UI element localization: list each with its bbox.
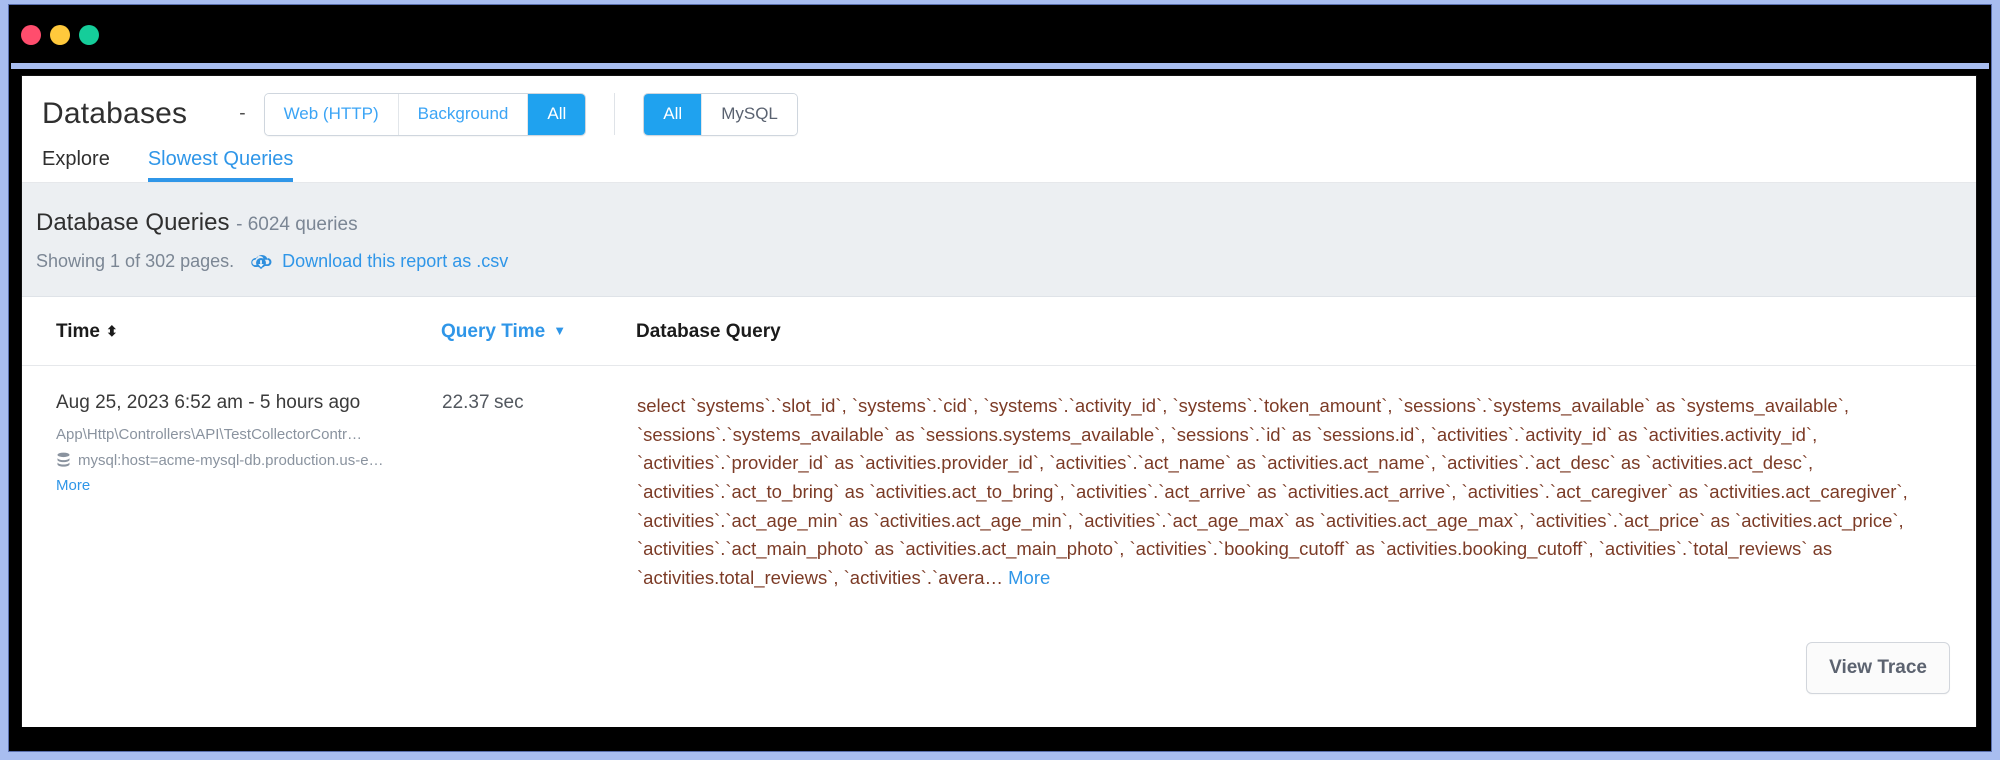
column-header-time[interactable]: Time ⬍ xyxy=(22,297,441,366)
app-viewport: Databases - Web (HTTP) Background All Al… xyxy=(21,75,1977,729)
database-type-filter[interactable]: All MySQL xyxy=(643,93,798,136)
window-titlebar[interactable] xyxy=(11,7,1989,63)
sql-text-block: select `systems`.`slot_id`, `systems`.`c… xyxy=(637,392,1975,593)
view-trace-button[interactable]: View Trace xyxy=(1806,642,1950,694)
query-time-value: 22.37 xyxy=(442,392,490,413)
row-timestamp: Aug 25, 2023 6:52 am - 5 hours ago xyxy=(56,392,440,414)
queries-table: Time⬍ Query Time▼ Database Query Aug 25, xyxy=(22,297,1976,594)
traffic-light-group[interactable] xyxy=(21,25,99,45)
column-header-query-time[interactable]: Query Time ▼ xyxy=(441,297,636,366)
summary-count: - 6024 queries xyxy=(236,214,357,235)
sort-desc-icon[interactable]: ▼ xyxy=(553,323,566,338)
table-header-row: Time ⬍ Query Time ▼ Database Query xyxy=(22,297,1976,366)
column-header-query-time-label: Query Time xyxy=(441,321,545,342)
download-csv-link[interactable]: Download this report as .csv xyxy=(282,251,508,272)
cell-time: Aug 25, 2023 6:52 am - 5 hours ago App\H… xyxy=(22,366,441,594)
tab-slowest-queries[interactable]: Slowest Queries xyxy=(148,149,294,182)
database-icon xyxy=(56,452,71,475)
table-row[interactable]: Aug 25, 2023 6:52 am - 5 hours ago App\H… xyxy=(22,366,1976,594)
sql-more-link[interactable]: More xyxy=(1008,567,1050,588)
window-bottom-strip xyxy=(11,727,1989,749)
row-controller: App\Http\Controllers\API\TestCollectorCo… xyxy=(56,426,440,443)
row-connection-more-link[interactable]: More xyxy=(56,477,90,494)
filter-divider xyxy=(614,93,615,135)
summary-title-row: Database Queries - 6024 queries xyxy=(36,209,1976,237)
close-window-button[interactable] xyxy=(21,25,41,45)
page-header: Databases - Web (HTTP) Background All Al… xyxy=(22,76,1976,138)
app-window: Databases - Web (HTTP) Background All Al… xyxy=(8,4,1992,752)
column-header-time-label: Time xyxy=(56,321,100,342)
table-head: Time ⬍ Query Time ▼ Database Query xyxy=(22,297,1976,366)
row-connection: mysql:host=acme-mysql-db.production.us-e… xyxy=(56,450,386,497)
query-time-unit: sec xyxy=(494,392,524,413)
maximize-window-button[interactable] xyxy=(79,25,99,45)
cell-query-time: 22.37 sec xyxy=(441,366,636,594)
column-header-database-query-label: Database Query xyxy=(636,321,781,342)
filter-background[interactable]: Background xyxy=(399,94,529,135)
cell-database-query: select `systems`.`slot_id`, `systems`.`c… xyxy=(636,366,1976,594)
row-connection-text: mysql:host=acme-mysql-db.production.us-e… xyxy=(78,452,384,469)
sql-text: select `systems`.`slot_id`, `systems`.`c… xyxy=(637,395,1908,588)
title-dash: - xyxy=(239,103,245,125)
minimize-window-button[interactable] xyxy=(50,25,70,45)
summary-panel: Database Queries - 6024 queries Showing … xyxy=(22,183,1976,297)
sort-both-icon[interactable]: ⬍ xyxy=(106,324,118,338)
filter-web-http[interactable]: Web (HTTP) xyxy=(265,94,399,135)
summary-title: Database Queries xyxy=(36,209,229,236)
tab-explore[interactable]: Explore xyxy=(42,149,110,182)
paging-text: Showing 1 of 302 pages. xyxy=(36,251,234,272)
request-type-filter[interactable]: Web (HTTP) Background All xyxy=(264,93,587,136)
summary-paging-row: Showing 1 of 302 pages. Download this re… xyxy=(36,251,1976,272)
view-trace-container: View Trace xyxy=(1806,642,1950,694)
filter-all-databases[interactable]: All xyxy=(644,94,702,135)
column-header-database-query[interactable]: Database Query xyxy=(636,297,1976,366)
filter-all-requests[interactable]: All xyxy=(528,94,585,135)
tab-bar[interactable]: Explore Slowest Queries xyxy=(22,138,1976,183)
page-title: Databases xyxy=(42,97,187,131)
filter-mysql[interactable]: MySQL xyxy=(702,94,797,135)
titlebar-separator xyxy=(11,63,1989,69)
table-body: Aug 25, 2023 6:52 am - 5 hours ago App\H… xyxy=(22,366,1976,594)
desktop-background: Databases - Web (HTTP) Background All Al… xyxy=(0,0,2000,760)
cloud-download-icon xyxy=(250,253,272,271)
